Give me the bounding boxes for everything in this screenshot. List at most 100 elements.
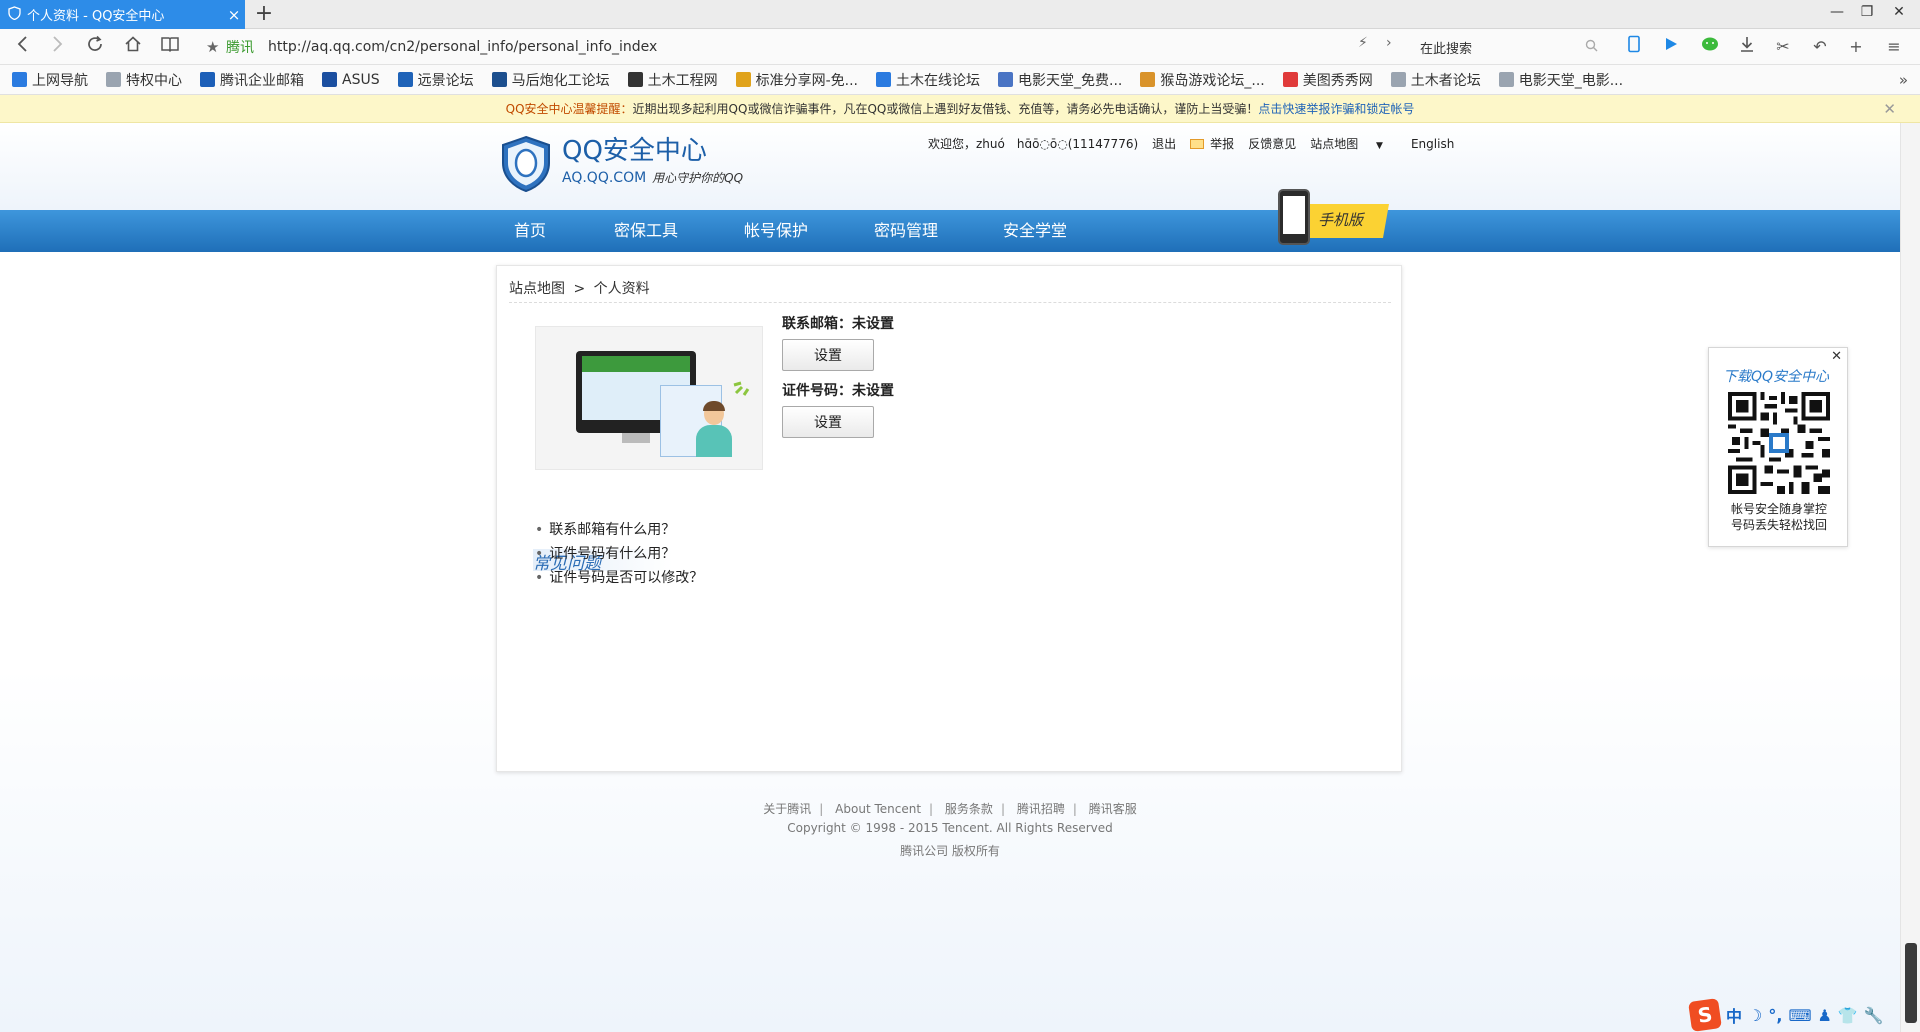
footer-link-about-en[interactable]: About Tencent — [835, 802, 921, 816]
bookmark-item[interactable]: 电影天堂_免费... — [998, 70, 1122, 90]
footer-link-about[interactable]: 关于腾讯 — [763, 802, 811, 816]
welcome-text: 欢迎您，zhuó hɑ̄ō◌ō◌(11147776) — [928, 137, 1139, 151]
bookmark-item[interactable]: 上网导航 — [12, 70, 88, 90]
reading-mode-icon[interactable] — [157, 35, 183, 59]
breadcrumb-root-link[interactable]: 站点地图 — [509, 281, 565, 297]
feedback-link[interactable]: 反馈意见 — [1248, 135, 1296, 152]
add-icon[interactable]: + — [1844, 35, 1868, 59]
bookmark-item[interactable]: 腾讯企业邮箱 — [200, 70, 304, 90]
new-tab-button[interactable]: + — [252, 2, 276, 26]
footer-copyright: Copyright © 1998 - 2015 Tencent. All Rig… — [787, 821, 1113, 835]
chevron-right-icon[interactable]: › — [1386, 35, 1392, 51]
close-window-button[interactable]: ✕ — [1884, 4, 1914, 20]
bookmark-item[interactable]: 土木工程网 — [627, 70, 718, 90]
divider — [509, 302, 1391, 303]
qr-download-widget: ✕ 下载QQ安全中心 帐号安全随身掌控 号码丢失轻松找回 — [1708, 347, 1848, 547]
bookmark-favicon-icon — [735, 72, 751, 87]
english-link[interactable]: English — [1411, 137, 1454, 151]
sparkle-rays-icon — [733, 381, 750, 396]
reload-icon[interactable] — [82, 35, 108, 59]
screenshot-scissors-icon[interactable]: ✂ — [1771, 35, 1795, 59]
set-id-button[interactable]: 设置 — [782, 406, 874, 438]
bookmark-favicon-icon — [627, 72, 643, 87]
set-email-button[interactable]: 设置 — [782, 339, 874, 371]
bookmark-item[interactable]: 电影天堂_电影... — [1498, 70, 1623, 90]
undo-close-tab-icon[interactable]: ↶ — [1808, 35, 1832, 59]
menu-icon[interactable]: ≡ — [1882, 35, 1906, 59]
download-icon[interactable] — [1735, 35, 1759, 59]
ime-moon-icon[interactable]: ☽ — [1748, 1006, 1762, 1025]
restore-button[interactable]: ❐ — [1852, 4, 1882, 20]
logo-slogan: 用心守护你的QQ — [652, 171, 744, 185]
bookmark-item[interactable]: 标准分享网-免... — [735, 70, 858, 90]
ime-tools-icon[interactable]: 🔧 — [1864, 1006, 1884, 1025]
site-logo[interactable]: QQ安全中心 AQ.QQ.COM 用心守护你的QQ — [500, 135, 743, 193]
back-icon[interactable] — [10, 35, 36, 59]
bookmark-favicon-icon — [322, 72, 337, 87]
separator: | — [929, 802, 934, 816]
ime-user-icon[interactable]: ♟ — [1818, 1006, 1832, 1025]
footer-links: 关于腾讯 | About Tencent | 服务条款 | 腾讯招聘 | 腾讯客服 — [0, 800, 1900, 817]
bullet: • — [535, 522, 544, 538]
bullet: • — [535, 546, 544, 562]
lightning-icon[interactable]: ⚡ — [1358, 35, 1368, 51]
tab-close-icon[interactable]: × — [223, 6, 245, 24]
mobile-version-badge[interactable]: 手机版 — [1262, 189, 1392, 247]
breadcrumb: 站点地图 > 个人资料 — [509, 278, 650, 298]
ime-skin-icon[interactable]: 👕 — [1838, 1006, 1858, 1025]
logout-link[interactable]: 退出 — [1152, 135, 1176, 152]
scrollbar-thumb[interactable] — [1905, 943, 1917, 1023]
mobile-sync-icon[interactable] — [1622, 35, 1646, 59]
mail-icon[interactable] — [1190, 138, 1205, 149]
footer-link-support[interactable]: 腾讯客服 — [1089, 802, 1137, 816]
home-icon[interactable] — [120, 35, 146, 59]
bookmark-favicon-icon — [1140, 72, 1156, 87]
phone-icon — [1278, 189, 1310, 245]
nav-security-tools[interactable]: 密保工具 — [614, 210, 678, 252]
bookmark-item[interactable]: 远景论坛 — [397, 70, 474, 90]
logo-title: QQ安全中心 — [562, 136, 707, 166]
notice-close-icon[interactable]: ✕ — [1883, 95, 1896, 123]
bookmark-item[interactable]: 特权中心 — [106, 70, 182, 90]
bookmarks-overflow-icon[interactable]: » — [1899, 71, 1908, 89]
site-header: QQ安全中心 AQ.QQ.COM 用心守护你的QQ 欢迎您，zhuó hɑ̄ō◌ō… — [0, 123, 1900, 210]
ime-chinese-mode[interactable]: 中 — [1726, 1003, 1742, 1027]
ime-punctuation-icon[interactable]: °, — [1768, 1006, 1782, 1025]
search-icon[interactable] — [1585, 39, 1598, 56]
user-bar: 欢迎您，zhuó hɑ̄ō◌ō◌(11147776) 退出 举报 反馈意见 站点… — [928, 135, 1468, 152]
mobile-version-label: 手机版 — [1318, 211, 1364, 229]
bookmark-item[interactable]: ASUS — [322, 72, 380, 88]
faq-item[interactable]: • 联系邮箱有什么用？ — [535, 519, 675, 539]
bookmark-item[interactable]: 土木者论坛 — [1390, 70, 1481, 90]
bookmark-item[interactable]: 猴岛游戏论坛_... — [1140, 70, 1265, 90]
bookmark-item[interactable]: 美图秀秀网 — [1282, 70, 1373, 90]
video-play-icon[interactable] — [1659, 35, 1683, 59]
bookmark-item[interactable]: 土木在线论坛 — [876, 70, 980, 90]
vertical-scrollbar[interactable] — [1900, 123, 1920, 1032]
wechat-icon[interactable] — [1698, 35, 1722, 59]
minimize-button[interactable]: — — [1822, 4, 1852, 20]
search-input[interactable]: 在此搜索 — [1412, 34, 1604, 60]
forward-icon[interactable] — [44, 35, 70, 59]
active-tab[interactable]: 个人资料 - QQ安全中心 × — [0, 0, 245, 29]
address-bar[interactable]: ★ 腾讯 http://aq.qq.com/cn2/personal_info/… — [206, 35, 1376, 59]
bookmark-star-icon[interactable]: ★ — [206, 38, 226, 56]
footer-link-jobs[interactable]: 腾讯招聘 — [1017, 802, 1065, 816]
ime-keyboard-icon[interactable]: ⌨ — [1788, 1006, 1811, 1025]
nav-home[interactable]: 首页 — [514, 210, 546, 252]
report-link[interactable]: 举报 — [1210, 135, 1234, 152]
nav-password-management[interactable]: 密码管理 — [874, 210, 938, 252]
bookmark-favicon-icon — [876, 72, 892, 87]
address-url[interactable]: http://aq.qq.com/cn2/personal_info/perso… — [268, 39, 657, 55]
footer-link-terms[interactable]: 服务条款 — [945, 802, 993, 816]
bookmark-item[interactable]: 马后炮化工论坛 — [491, 70, 610, 90]
qr-close-icon[interactable]: ✕ — [1831, 349, 1842, 364]
faq-item[interactable]: • 证件号码是否可以修改？ — [535, 567, 703, 587]
nav-security-school[interactable]: 安全学堂 — [1003, 210, 1067, 252]
notice-report-link[interactable]: 点击快速举报诈骗和锁定帐号 — [1258, 102, 1414, 116]
nav-account-protection[interactable]: 帐号保护 — [744, 210, 808, 252]
faq-item[interactable]: • 证件号码有什么用？ — [535, 543, 675, 563]
sitemap-dropdown[interactable]: 站点地图 ▼ — [1310, 135, 1397, 152]
search-placeholder: 在此搜索 — [1420, 41, 1473, 57]
sogou-ime-logo-icon[interactable]: S — [1688, 998, 1722, 1032]
